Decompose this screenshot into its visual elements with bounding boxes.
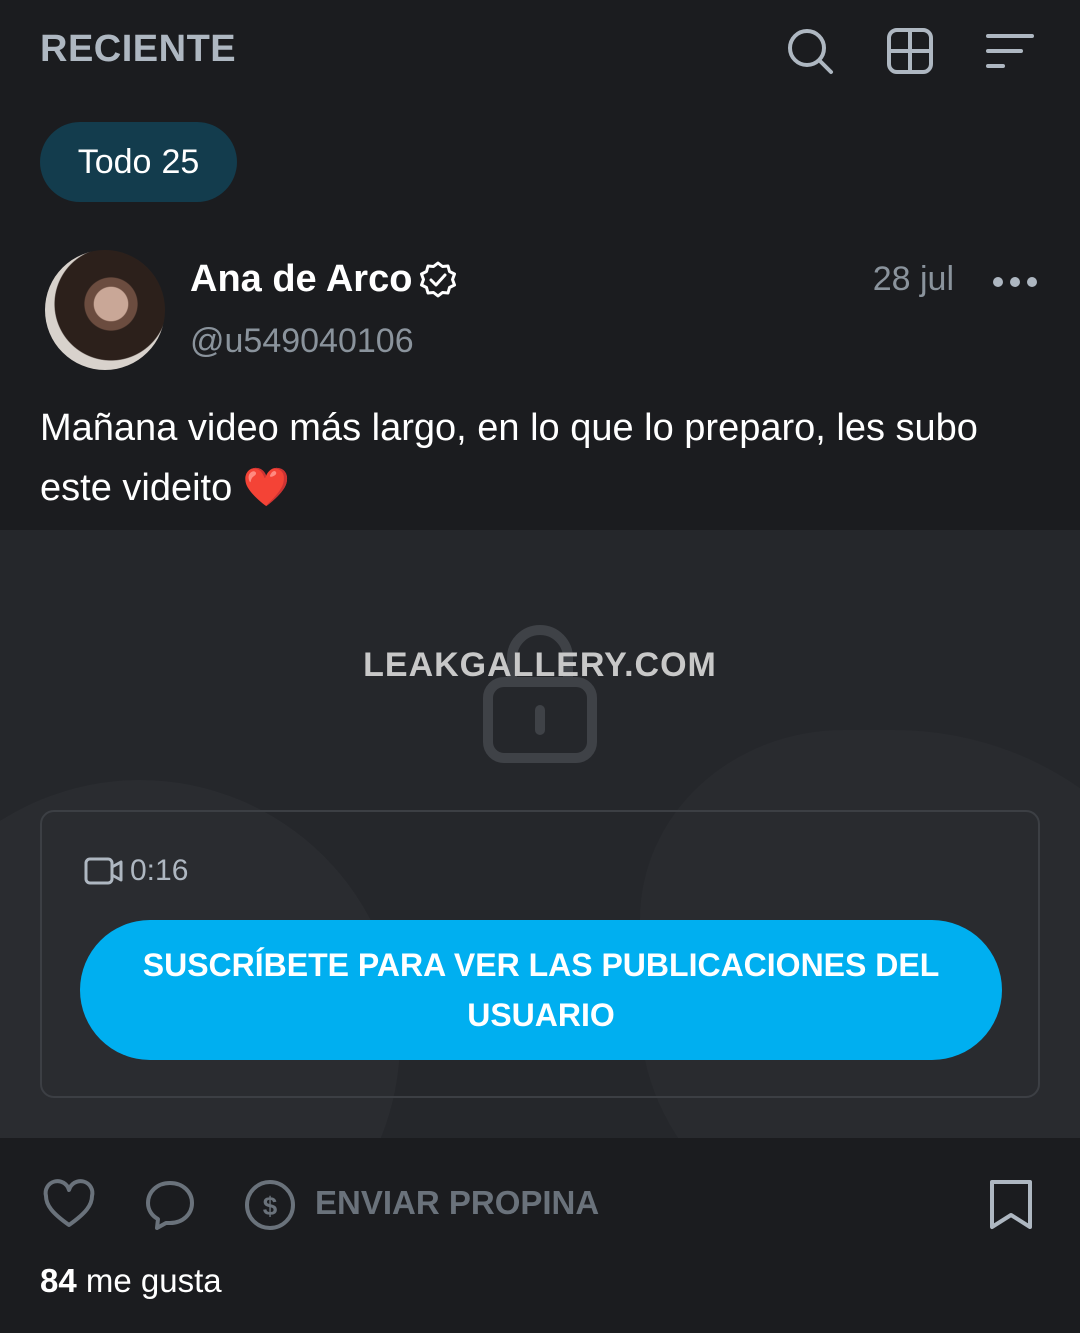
more-options-icon[interactable] (990, 262, 1040, 302)
watermark-text: LEAKGALLERY.COM (363, 646, 717, 684)
svg-text:$: $ (263, 1191, 278, 1221)
likes-number: 84 (40, 1262, 77, 1299)
locked-media: LEAKGALLERY.COM 0:16 SUSCRÍBETE PARA VER… (0, 530, 1080, 1138)
avatar[interactable] (45, 250, 165, 370)
verified-icon (420, 261, 456, 298)
post-date: 28 jul (872, 260, 954, 298)
post-text: Mañana video más largo, en lo que lo pre… (40, 398, 1040, 518)
like-heart-icon[interactable] (42, 1178, 96, 1232)
video-duration: 0:16 (130, 854, 189, 887)
post-header: Ana de Arco @u549040106 28 jul (0, 240, 1080, 380)
tip-dollar-icon[interactable]: $ (243, 1178, 297, 1232)
filter-label: Todo (77, 142, 152, 181)
sort-icon[interactable] (985, 26, 1035, 76)
subscribe-button[interactable]: SUSCRÍBETE PARA VER LAS PUBLICACIONES DE… (80, 920, 1002, 1060)
page-title: RECIENTE (40, 28, 237, 70)
heart-emoji: ❤️ (242, 467, 291, 509)
send-tip-button[interactable]: ENVIAR PROPINA (315, 1184, 599, 1222)
comment-icon[interactable] (143, 1178, 197, 1232)
search-icon[interactable] (785, 26, 835, 76)
top-bar: RECIENTE (0, 0, 1080, 105)
video-camera-icon (84, 857, 123, 885)
video-meta: 0:16 (84, 854, 188, 888)
subscribe-panel: 0:16 SUSCRÍBETE PARA VER LAS PUBLICACION… (40, 810, 1040, 1098)
author-handle: @u549040106 (190, 322, 414, 360)
grid-icon[interactable] (885, 26, 935, 76)
post-actions: $ ENVIAR PROPINA (0, 1170, 1080, 1240)
author-name[interactable]: Ana de Arco (190, 258, 412, 301)
filter-all-pill[interactable]: Todo 25 (40, 122, 237, 202)
likes-count: 84 me gusta (40, 1262, 222, 1300)
bookmark-icon[interactable] (984, 1178, 1038, 1232)
likes-label: me gusta (85, 1262, 222, 1299)
post-body: Mañana video más largo, en lo que lo pre… (40, 407, 978, 509)
filter-count: 25 (161, 142, 200, 181)
lock-icon (483, 625, 597, 763)
